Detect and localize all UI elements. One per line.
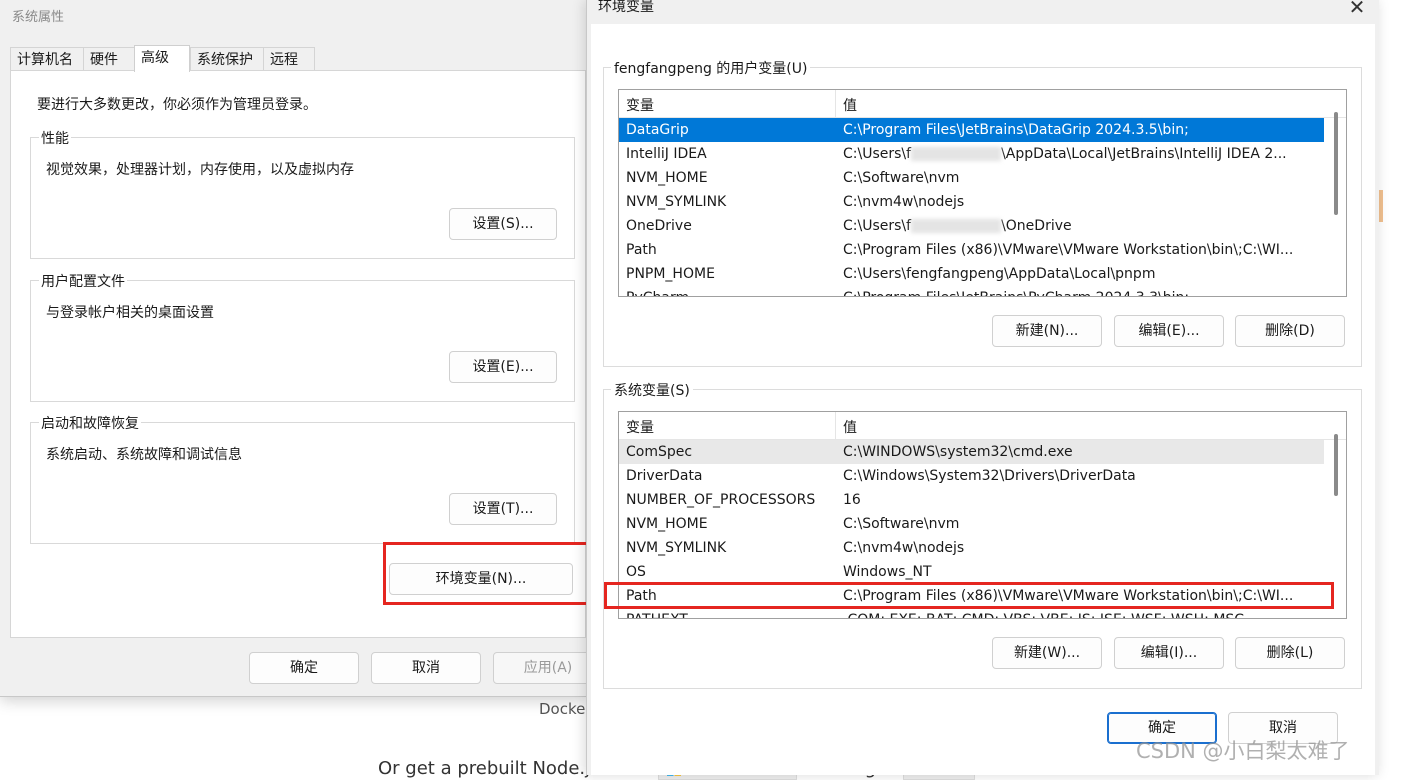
environment-variables-title: 环境变量	[598, 0, 654, 15]
startup-recovery-group: 启动和故障恢复 系统启动、系统故障和调试信息	[30, 413, 575, 544]
startup-recovery-settings-button[interactable]: 设置(T)...	[449, 493, 557, 525]
row-variable-value: C:\Software\nvm	[843, 516, 960, 532]
row-variable-name: OS	[626, 564, 646, 580]
system-variables-title: 系统变量(S)	[611, 380, 693, 400]
row-variable-name: PATHEXT	[626, 608, 688, 618]
table-row[interactable]: NVM_SYMLINK C:\nvm4w\nodejs	[619, 190, 1324, 214]
column-divider[interactable]	[835, 90, 836, 117]
table-row[interactable]: IntelliJ IDEA C:\Users\f \AppData\Local\J…	[619, 142, 1324, 166]
value-prefix: C:\Users\f	[843, 218, 912, 234]
performance-group: 性能 视觉效果，处理器计划，内存使用，以及虚拟内存	[30, 128, 575, 259]
row-variable-name: DriverData	[626, 468, 703, 484]
tab-hardware[interactable]: 硬件	[83, 47, 135, 71]
row-variable-value: C:\Users\f \OneDrive	[843, 214, 1321, 238]
row-variable-name: NVM_SYMLINK	[626, 194, 727, 210]
row-variable-value: 16	[843, 492, 861, 508]
row-variable-name: PNPM_HOME	[626, 266, 715, 282]
system-properties-cancel-button[interactable]: 取消	[371, 652, 481, 684]
table-row[interactable]: ComSpec C:\WINDOWS\system32\cmd.exe	[619, 440, 1324, 464]
row-variable-name: OneDrive	[626, 218, 692, 234]
user-list-header: 变量 值	[619, 90, 1346, 118]
user-variables-list[interactable]: 变量 值 DataGrip C:\Program Files\JetBrains…	[618, 89, 1347, 297]
tab-computer-name[interactable]: 计算机名	[10, 47, 84, 71]
user-variables-title: fengfangpeng 的用户变量(U)	[611, 58, 811, 78]
row-variable-value: C:\nvm4w\nodejs	[843, 194, 965, 210]
tab-system-protection[interactable]: 系统保护	[190, 47, 264, 71]
column-header-value[interactable]: 值	[843, 95, 857, 115]
row-variable-name: DataGrip	[626, 122, 689, 138]
row-variable-value: C:\Software\nvm	[843, 170, 960, 186]
performance-desc: 视觉效果，处理器计划，内存使用，以及虚拟内存	[46, 162, 354, 178]
value-suffix: \OneDrive	[1001, 218, 1072, 234]
system-list-header: 变量 值	[619, 412, 1346, 440]
csdn-watermark: CSDN @小白梨太难了	[1136, 739, 1350, 763]
row-variable-name: PyCharm	[626, 286, 689, 296]
table-row[interactable]: Path C:\Program Files (x86)\VMware\VMwar…	[619, 238, 1324, 262]
row-variable-value: C:\Users\fengfangpeng\AppData\Local\pnpm	[843, 266, 1156, 282]
performance-settings-button[interactable]: 设置(S)...	[449, 208, 557, 240]
row-variable-name: NUMBER_OF_PROCESSORS	[626, 492, 816, 508]
row-variable-name: IntelliJ IDEA	[626, 146, 707, 162]
row-variable-value: Windows_NT	[843, 564, 932, 580]
user-delete-button[interactable]: 删除(D)	[1235, 315, 1345, 347]
redacted-username	[911, 147, 1002, 161]
column-header-variable[interactable]: 变量	[626, 95, 654, 115]
table-row[interactable]: OneDrive C:\Users\f \OneDrive	[619, 214, 1324, 238]
system-list-scrollbar[interactable]	[1334, 434, 1338, 496]
row-variable-value: C:\WINDOWS\system32\cmd.exe	[843, 444, 1073, 460]
startup-recovery-desc: 系统启动、系统故障和调试信息	[46, 447, 242, 463]
highlight-path-row-box	[604, 582, 1334, 609]
column-header-value[interactable]: 值	[843, 417, 857, 437]
admin-note: 要进行大多数更改，你必须作为管理员登录。	[37, 97, 317, 113]
close-icon[interactable]: ✕	[1346, 0, 1368, 18]
row-variable-name: NVM_SYMLINK	[626, 540, 727, 556]
row-variable-name: ComSpec	[626, 444, 693, 460]
redacted-username	[911, 219, 1002, 233]
system-new-button[interactable]: 新建(W)...	[992, 637, 1102, 669]
docker-tab-text[interactable]: Docker	[539, 700, 592, 718]
row-variable-value: C:\Program Files\JetBrains\PyCharm 2024.…	[843, 286, 1321, 296]
row-variable-value: C:\Program Files (x86)\VMware\VMware Wor…	[843, 242, 1294, 258]
system-delete-button[interactable]: 删除(L)	[1235, 637, 1345, 669]
user-profiles-settings-button[interactable]: 设置(E)...	[449, 351, 557, 383]
user-profiles-title: 用户配置文件	[39, 271, 127, 291]
table-row[interactable]: PyCharm C:\Program Files\JetBrains\PyCha…	[619, 286, 1324, 296]
tab-advanced[interactable]: 高级	[134, 45, 190, 72]
system-properties-title: 系统属性	[12, 10, 65, 25]
performance-title: 性能	[39, 128, 71, 148]
user-profiles-group: 用户配置文件 与登录帐户相关的桌面设置	[30, 271, 575, 402]
row-variable-name: NVM_HOME	[626, 170, 708, 186]
table-row[interactable]: PATHEXT .COM;.EXE;.BAT;.CMD;.VBS;.VBE;.J…	[619, 608, 1324, 618]
row-variable-value: C:\Users\f \AppData\Local\JetBrains\Intel…	[843, 142, 1321, 166]
table-row[interactable]: NVM_HOME C:\Software\nvm	[619, 166, 1324, 190]
value-suffix: \AppData\Local\JetBrains\IntelliJ IDEA 2…	[1001, 146, 1287, 162]
row-variable-name: NVM_HOME	[626, 516, 708, 532]
row-variable-value: C:\Windows\System32\Drivers\DriverData	[843, 468, 1136, 484]
table-row[interactable]: DataGrip C:\Program Files\JetBrains\Data…	[619, 118, 1324, 142]
user-profiles-desc: 与登录帐户相关的桌面设置	[46, 305, 214, 321]
row-variable-value: .COM;.EXE;.BAT;.CMD;.VBS;.VBE;.JS;.JSE;.…	[843, 608, 1321, 618]
system-edit-button[interactable]: 编辑(I)...	[1114, 637, 1224, 669]
row-variable-name: Path	[626, 242, 657, 258]
startup-recovery-title: 启动和故障恢复	[39, 413, 141, 433]
table-row[interactable]: NVM_SYMLINK C:\nvm4w\nodejs	[619, 536, 1324, 560]
row-variable-value: C:\nvm4w\nodejs	[843, 540, 965, 556]
table-row[interactable]: DriverData C:\Windows\System32\Drivers\D…	[619, 464, 1324, 488]
system-properties-ok-button[interactable]: 确定	[249, 652, 359, 684]
row-variable-value: C:\Program Files\JetBrains\DataGrip 2024…	[843, 122, 1189, 138]
table-row[interactable]: OS Windows_NT	[619, 560, 1324, 584]
column-divider[interactable]	[835, 412, 836, 439]
value-prefix: C:\Users\f	[843, 146, 912, 162]
user-edit-button[interactable]: 编辑(E)...	[1114, 315, 1224, 347]
table-row[interactable]: NUMBER_OF_PROCESSORS 16	[619, 488, 1324, 512]
highlight-env-button-box	[383, 542, 590, 605]
user-new-button[interactable]: 新建(N)...	[992, 315, 1102, 347]
tab-remote[interactable]: 远程	[263, 47, 315, 71]
table-row[interactable]: NVM_HOME C:\Software\nvm	[619, 512, 1324, 536]
user-list-scrollbar[interactable]	[1334, 112, 1338, 215]
table-row[interactable]: PNPM_HOME C:\Users\fengfangpeng\AppData\…	[619, 262, 1324, 286]
column-header-variable[interactable]: 变量	[626, 417, 654, 437]
